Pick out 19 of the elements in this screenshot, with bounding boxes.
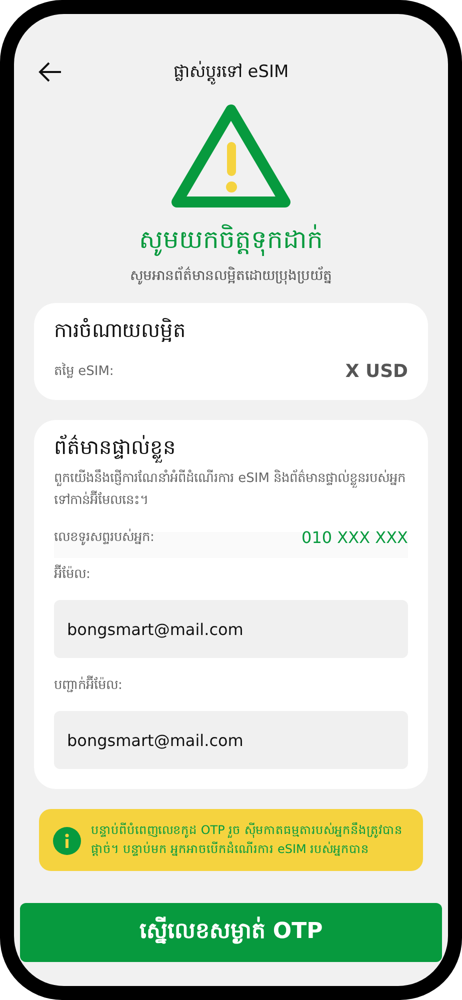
fee-value: X USD xyxy=(345,361,408,382)
warning-icon xyxy=(171,104,291,208)
screen-title: ផ្លាស់ប្តូរទៅ eSIM xyxy=(173,60,289,84)
card-description: ពួកយើងនឹងផ្ញើការណែនាំអំពីដំណើរការ eSIM និងព័ត៌មានផ្ទាល់ខ្លួនរបស់អ្នកទៅកាន់អ៊ីមែលនេះ។ xyxy=(54,468,407,510)
back-arrow-icon[interactable] xyxy=(38,62,62,82)
field-label: អ៊ីម៉ែល: xyxy=(54,565,408,584)
email-field[interactable]: bongsmart@mail.com xyxy=(54,600,408,658)
phone-label: លេខទូរសព្ទរបស់អ្នក: xyxy=(54,528,154,547)
card-title: ព័ត៌មានផ្ទាល់ខ្លួន xyxy=(54,434,408,464)
card-title: ការចំណាយលម្អិត xyxy=(54,317,187,344)
email-field[interactable]: bongsmart@mail.com xyxy=(54,711,408,769)
warning-subtitle: សូមអានព័ត៌មានលម្អិតដោយប្រុងប្រយ័ត្ន xyxy=(130,266,332,286)
info-icon xyxy=(53,827,81,855)
request-otp-button[interactable]: ស្នើលេខសម្ងាត់ OTP xyxy=(20,903,442,962)
phone-number: 010 XXX XXX xyxy=(302,528,408,547)
warning-heading: សូមយកចិត្តទុកដាក់ xyxy=(139,224,323,258)
fee-label: តម្លៃ eSIM: xyxy=(54,362,114,381)
notice-text: បន្ទាប់ពីបំពេញលេខកូដ OTP រួច ស៊ីមកាតធម្មតារបស់អ្នកនឹងត្រូវបានផ្តាច់។ បន្ទាប់មក អ្នកអាចបើកដំណើរការ eSIM របស់អ្នកបាន xyxy=(91,821,404,858)
field-label: បញ្ជាក់អ៊ីម៉ែល: xyxy=(54,676,408,695)
